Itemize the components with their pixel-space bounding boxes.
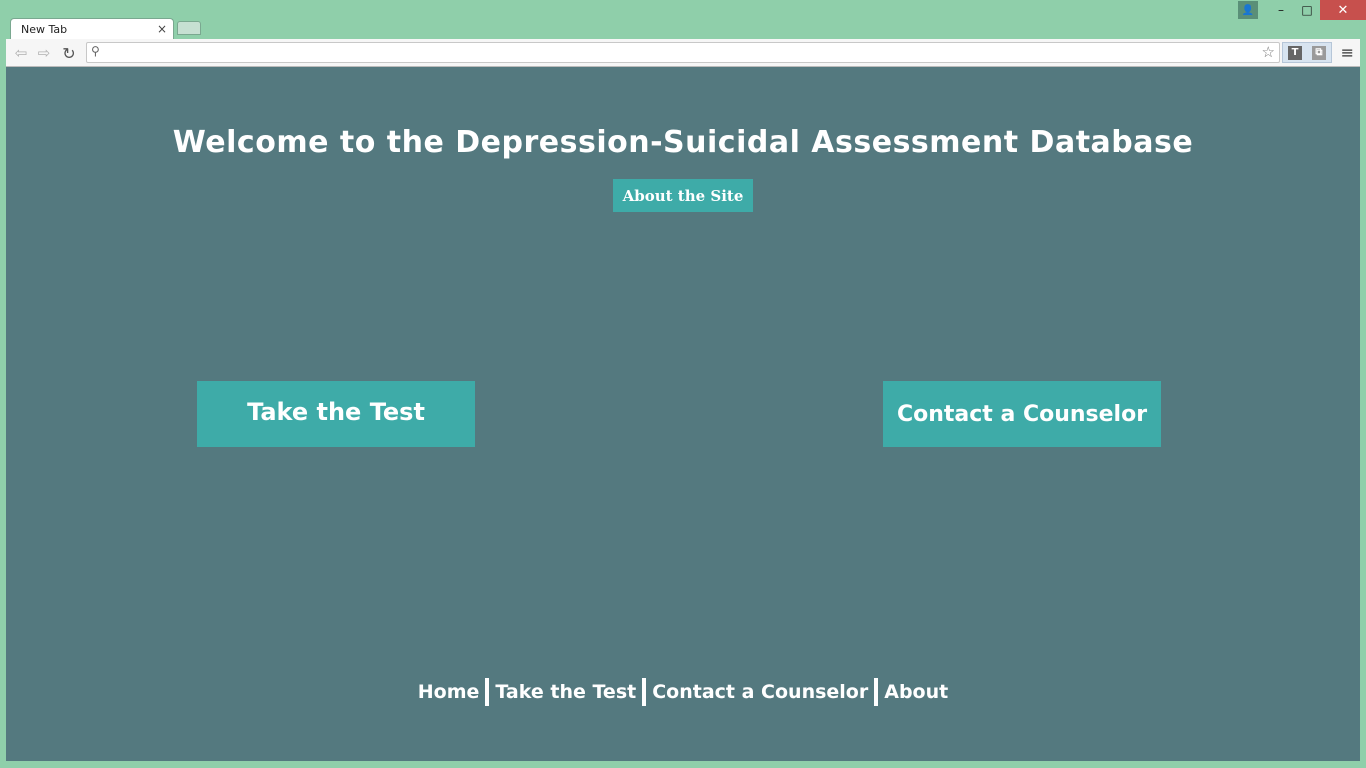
tab-title: New Tab bbox=[21, 23, 68, 36]
address-input[interactable] bbox=[109, 44, 1253, 63]
maximize-button[interactable]: □ bbox=[1294, 0, 1320, 20]
search-icon: ⚲ bbox=[91, 44, 100, 58]
page-content: Welcome to the Depression-Suicidal Asses… bbox=[6, 67, 1360, 761]
bookmark-star-icon[interactable]: ☆ bbox=[1262, 43, 1275, 61]
page-title: Welcome to the Depression-Suicidal Asses… bbox=[172, 125, 1194, 160]
footer-divider bbox=[874, 678, 879, 706]
menu-icon[interactable]: ≡ bbox=[1341, 43, 1354, 62]
forward-icon[interactable]: ⇨ bbox=[34, 43, 54, 63]
footer-link-home[interactable]: Home bbox=[414, 681, 484, 703]
tab-new-tab[interactable]: New Tab × bbox=[10, 18, 174, 40]
new-tab-button[interactable] bbox=[177, 21, 201, 35]
footer-link-about[interactable]: About bbox=[880, 681, 952, 703]
footer-link-take-test[interactable]: Take the Test bbox=[491, 681, 640, 703]
extension-t-icon[interactable]: T bbox=[1288, 45, 1302, 60]
address-bar[interactable]: ⚲ ☆ bbox=[86, 42, 1280, 63]
back-icon[interactable]: ⇦ bbox=[11, 43, 31, 63]
window-controls: 👤 – □ ✕ bbox=[1238, 0, 1366, 20]
tab-close-icon[interactable]: × bbox=[157, 22, 167, 36]
extension-copy-icon[interactable]: ⧉ bbox=[1312, 45, 1326, 60]
reload-icon[interactable]: ↻ bbox=[59, 43, 79, 63]
minimize-button[interactable]: – bbox=[1268, 0, 1294, 20]
footer-link-contact[interactable]: Contact a Counselor bbox=[648, 681, 872, 703]
footer-divider bbox=[485, 678, 490, 706]
profile-icon[interactable]: 👤 bbox=[1238, 1, 1258, 19]
browser-window: 👤 – □ ✕ New Tab × ⇦ ⇨ ↻ ⚲ ☆ T ⧉ ≡ Welcom… bbox=[0, 0, 1366, 768]
about-site-button[interactable]: About the Site bbox=[613, 179, 753, 212]
footer-nav: Home Take the Test Contact a Counselor A… bbox=[6, 678, 1360, 706]
footer-divider bbox=[642, 678, 647, 706]
browser-toolbar: ⇦ ⇨ ↻ ⚲ ☆ T ⧉ ≡ bbox=[6, 39, 1360, 67]
close-window-button[interactable]: ✕ bbox=[1320, 0, 1366, 20]
extensions-area: T ⧉ bbox=[1282, 42, 1332, 63]
take-test-button[interactable]: Take the Test bbox=[197, 381, 475, 447]
contact-counselor-button[interactable]: Contact a Counselor bbox=[883, 381, 1161, 447]
